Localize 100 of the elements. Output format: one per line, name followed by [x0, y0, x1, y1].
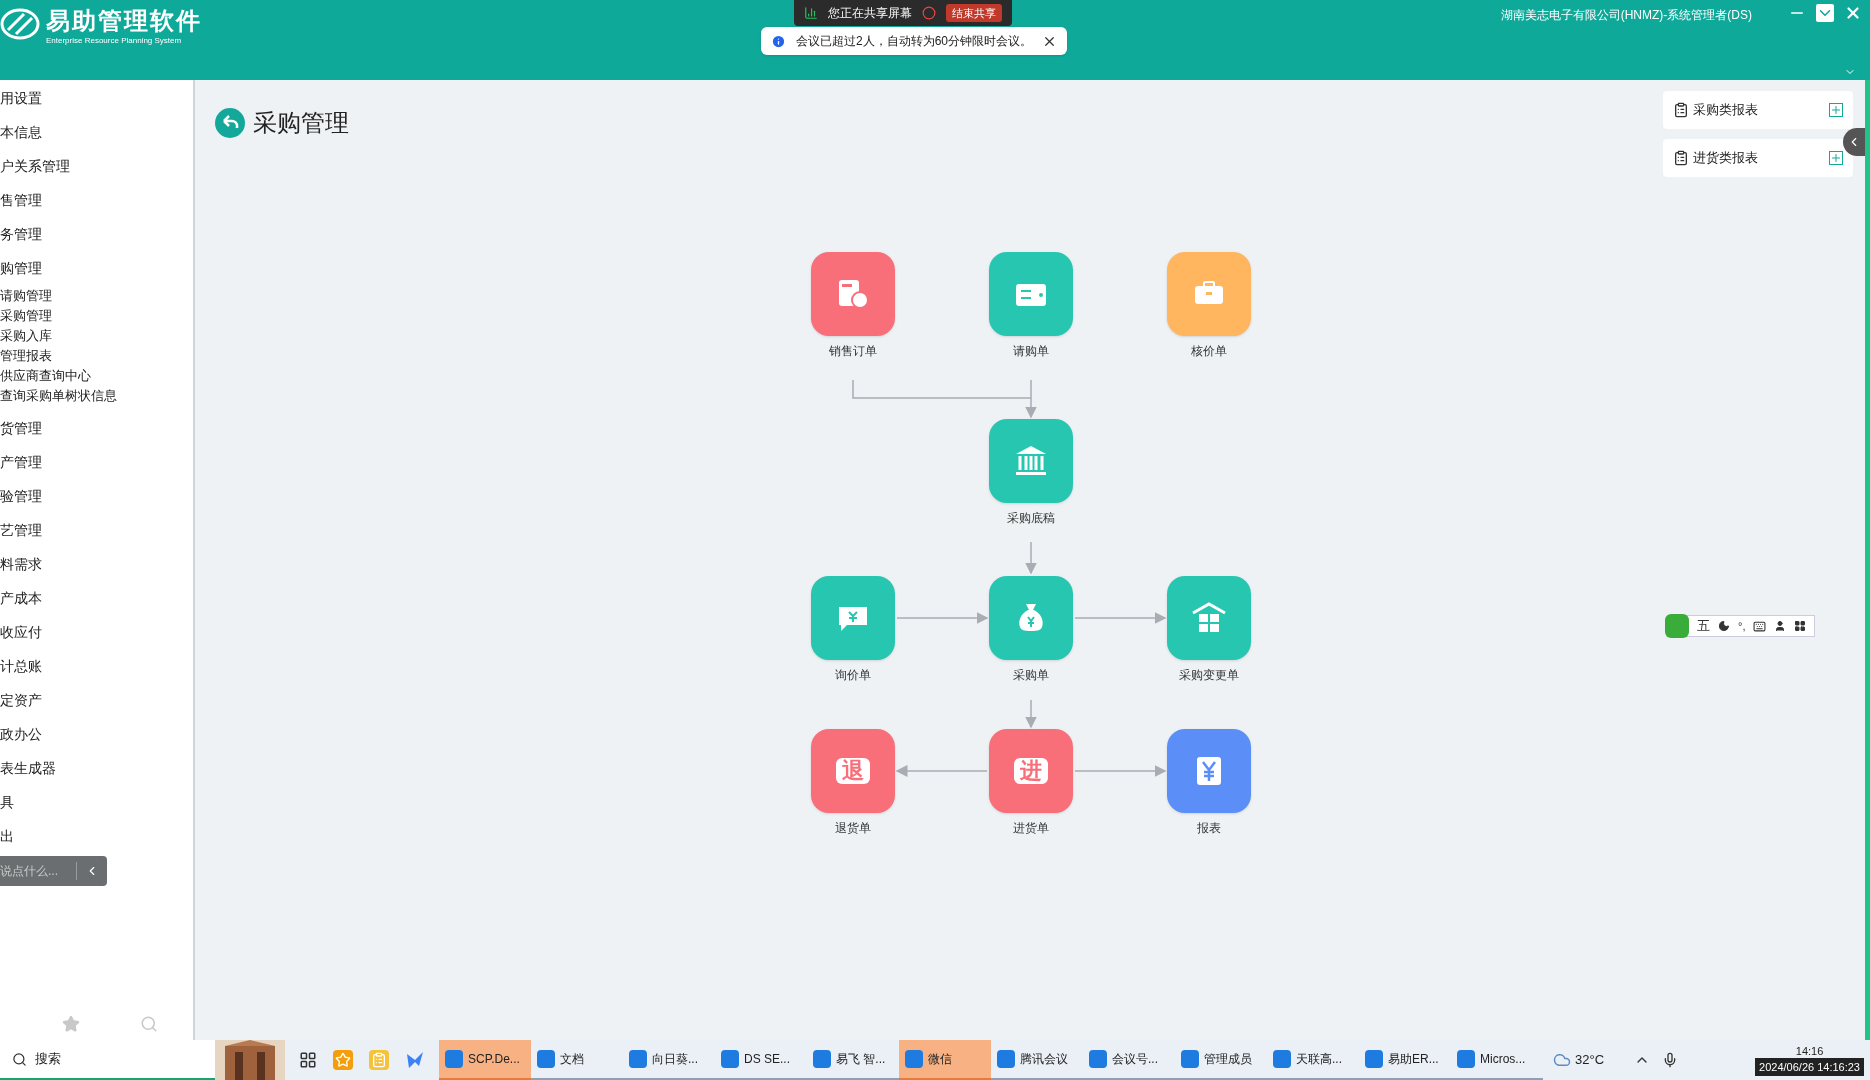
- sidebar-item[interactable]: 收应付: [0, 616, 193, 650]
- sidebar-item[interactable]: 出: [0, 820, 193, 854]
- sidebar-item[interactable]: 购管理: [0, 252, 193, 286]
- sidebar-item[interactable]: 产管理: [0, 446, 193, 480]
- temperature[interactable]: 32°C: [1575, 1050, 1605, 1070]
- ime-punctuation[interactable]: °,: [1738, 617, 1746, 635]
- sidebar-item[interactable]: 采购管理: [0, 306, 193, 326]
- app-icon: [445, 1050, 463, 1068]
- weather-icon[interactable]: [1553, 1051, 1571, 1069]
- sidebar-item[interactable]: 料需求: [0, 548, 193, 582]
- grid-icon[interactable]: [1794, 620, 1807, 632]
- taskbar-app[interactable]: 会议号...: [1083, 1040, 1175, 1080]
- app-icon[interactable]: [333, 1050, 353, 1070]
- taskbar-app[interactable]: 文档: [531, 1040, 623, 1080]
- record-icon[interactable]: [922, 6, 936, 20]
- notice-message: 会议已超过2人，自动转为60分钟限时会议。: [796, 33, 1033, 50]
- sidebar-item[interactable]: 定资产: [0, 684, 193, 718]
- taskbar-app[interactable]: SCP.De...: [439, 1040, 531, 1080]
- add-icon[interactable]: [1829, 151, 1843, 165]
- ime-layout[interactable]: 五: [1697, 616, 1710, 636]
- sidebar-item[interactable]: 采购入库: [0, 326, 193, 346]
- app-icon: [537, 1050, 555, 1068]
- app-label: 易助ER...: [1388, 1051, 1439, 1068]
- flow-node-tile[interactable]: [989, 252, 1073, 336]
- app-label: Micros...: [1480, 1051, 1526, 1068]
- search-icon[interactable]: [140, 1015, 158, 1033]
- sidebar-item[interactable]: 请购管理: [0, 286, 193, 306]
- taskbar-app[interactable]: DS SE...: [715, 1040, 807, 1080]
- sidebar-item[interactable]: 售管理: [0, 184, 193, 218]
- sidebar-item[interactable]: 具: [0, 786, 193, 820]
- back-icon[interactable]: [215, 108, 245, 138]
- keyboard-icon[interactable]: [1753, 619, 1767, 633]
- taskbar-app[interactable]: 易助ER...: [1359, 1040, 1451, 1080]
- app-icon: [1365, 1050, 1383, 1068]
- app-icon: [1273, 1050, 1291, 1068]
- chat-field[interactable]: 说点什么...: [0, 862, 76, 880]
- app-icon: [721, 1050, 739, 1068]
- flow-node-tile[interactable]: [811, 252, 895, 336]
- sidebar-item[interactable]: 户关系管理: [0, 150, 193, 184]
- app-label: 微信: [928, 1051, 952, 1068]
- app-label: 管理成员: [1204, 1051, 1252, 1068]
- taskbar-app[interactable]: 微信: [899, 1040, 991, 1080]
- flow-node-label: 请购单: [1013, 343, 1049, 360]
- clock-datetime[interactable]: 2024/06/26 14:16:23: [1755, 1058, 1864, 1076]
- app-icon: [1457, 1050, 1475, 1068]
- app-label: SCP.De...: [468, 1051, 520, 1068]
- sidebar-item[interactable]: 货管理: [0, 412, 193, 446]
- sidebar-item[interactable]: 政办公: [0, 718, 193, 752]
- flow-node-label: 销售订单: [829, 343, 877, 360]
- clock-time[interactable]: 14:16: [1795, 1044, 1824, 1058]
- star-icon[interactable]: [62, 1015, 80, 1033]
- taskbar-app[interactable]: 向日葵...: [623, 1040, 715, 1080]
- sidebar-item[interactable]: 本信息: [0, 116, 193, 150]
- stop-share-button[interactable]: 结束共享: [946, 4, 1002, 22]
- user-icon[interactable]: [1774, 620, 1787, 632]
- report-label: 采购类报表: [1693, 101, 1759, 120]
- flow-node-tile[interactable]: [1167, 576, 1251, 660]
- taskbar-app[interactable]: 天联高...: [1267, 1040, 1359, 1080]
- dropdown-icon[interactable]: [1816, 4, 1834, 22]
- flow-node-tile[interactable]: [989, 576, 1073, 660]
- flow-arrow: [1025, 379, 1037, 419]
- app-icon[interactable]: [369, 1050, 389, 1070]
- taskbar-app[interactable]: Micros...: [1451, 1040, 1543, 1080]
- chat-input[interactable]: 说点什么...: [0, 856, 107, 886]
- sidebar-item[interactable]: 务管理: [0, 218, 193, 252]
- share-status: 您正在共享屏幕: [828, 5, 912, 22]
- sidebar-item[interactable]: 验管理: [0, 480, 193, 514]
- add-icon[interactable]: [1829, 103, 1843, 117]
- moon-icon[interactable]: [1718, 620, 1730, 632]
- flow-node-tile[interactable]: [989, 419, 1073, 503]
- sidebar-item[interactable]: 管理报表: [0, 346, 193, 366]
- sidebar-item[interactable]: 艺管理: [0, 514, 193, 548]
- flow-arrow: [1025, 541, 1037, 575]
- app-icon: [997, 1050, 1015, 1068]
- flow-node-tile[interactable]: [811, 576, 895, 660]
- taskbar-app[interactable]: 腾讯会议: [991, 1040, 1083, 1080]
- sidebar-item[interactable]: 用设置: [0, 82, 193, 116]
- taskbar-search-field[interactable]: 搜索: [0, 1040, 215, 1080]
- sidebar-item[interactable]: 产成本: [0, 582, 193, 616]
- flow-node-tile[interactable]: [1167, 729, 1251, 813]
- sidebar-item[interactable]: 查询采购单树状信息: [0, 386, 193, 406]
- sidebar-item[interactable]: 表生成器: [0, 752, 193, 786]
- app-label: 文档: [560, 1051, 584, 1068]
- panel-toggle-icon[interactable]: [1843, 128, 1865, 156]
- report-card[interactable]: 进货类报表: [1663, 139, 1853, 177]
- flow-node-tile[interactable]: [1167, 252, 1251, 336]
- flow-node-label: 采购变更单: [1179, 667, 1239, 684]
- clipboard-icon: [1673, 102, 1689, 118]
- flow-node-label: 退货单: [835, 820, 871, 837]
- app-label: DS SE...: [744, 1051, 790, 1068]
- flow-arrow: [1025, 699, 1037, 729]
- flow-node-label: 采购单: [1013, 667, 1049, 684]
- sidebar-item[interactable]: 计总账: [0, 650, 193, 684]
- company-user: 湖南美志电子有限公司(HNMZ)-系统管理者(DS): [1500, 7, 1752, 24]
- task-view-icon[interactable]: [299, 1051, 317, 1069]
- report-card[interactable]: 采购类报表: [1663, 91, 1853, 129]
- node-glyph: 退: [836, 758, 870, 784]
- taskbar-app[interactable]: 管理成员: [1175, 1040, 1267, 1080]
- sidebar-item[interactable]: 供应商查询中心: [0, 366, 193, 386]
- search-icon: [12, 1051, 27, 1067]
